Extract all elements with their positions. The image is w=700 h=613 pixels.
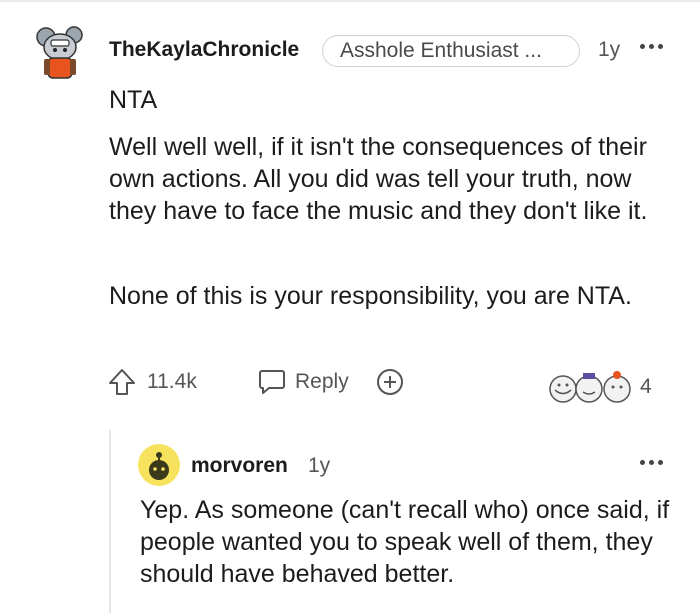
user-avatar[interactable] (34, 25, 86, 81)
upvote-count: 11.4k (147, 370, 197, 393)
reply-body: Yep. As someone (can't recall who) once … (140, 496, 670, 588)
reply-age: 1y (308, 454, 331, 477)
upvote-button[interactable]: 11.4k (107, 367, 197, 397)
more-options-icon[interactable] (640, 460, 663, 465)
reply-avatar[interactable] (138, 444, 180, 486)
top-divider (0, 0, 700, 2)
awards-icon[interactable] (545, 370, 637, 404)
more-options-icon[interactable] (640, 44, 663, 49)
reply-username[interactable]: morvoren (191, 454, 288, 478)
award-count: 4 (640, 375, 652, 398)
comment-username[interactable]: TheKaylaChronicle (109, 38, 299, 62)
comment-body-paragraph: None of this is your responsibility, you… (109, 282, 632, 310)
snoo-avatar-icon (149, 452, 169, 480)
add-award-icon (377, 369, 403, 395)
comment-body-paragraph: Well well well, if it isn't the conseque… (109, 133, 648, 225)
user-flair: Asshole Enthusiast ... (322, 35, 580, 67)
thread-line[interactable] (109, 430, 111, 613)
reply-button[interactable]: Reply (257, 367, 349, 397)
comment-body-paragraph: NTA (109, 86, 158, 114)
upvote-arrow-icon[interactable] (107, 367, 137, 397)
comment-age: 1y (598, 38, 621, 61)
reply-label: Reply (295, 370, 349, 393)
speech-bubble-icon (259, 370, 285, 394)
add-award-button[interactable] (375, 367, 405, 397)
